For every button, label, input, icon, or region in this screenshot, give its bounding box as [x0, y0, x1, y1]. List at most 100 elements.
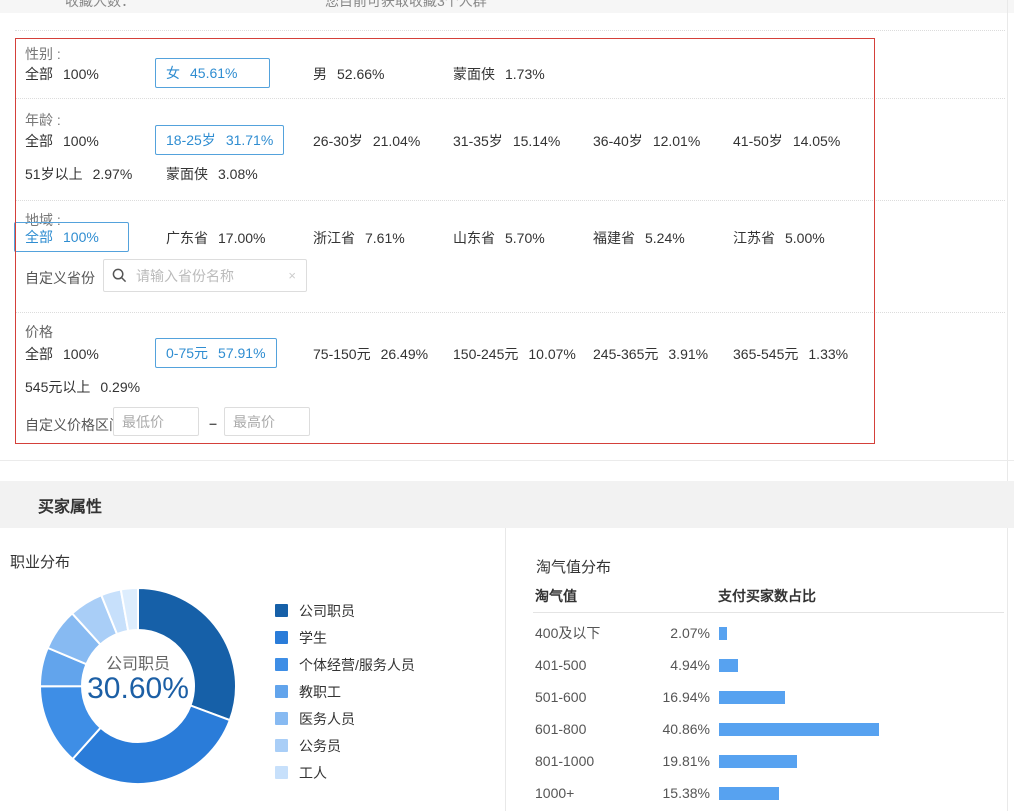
chip-label: 男	[313, 64, 327, 84]
filter-chip-31-35岁[interactable]: 31-35岁15.14%	[453, 131, 560, 151]
chip-percent: 15.14%	[513, 133, 560, 149]
chip-percent: 52.66%	[337, 66, 384, 82]
legend-swatch	[275, 766, 288, 779]
filter-chip-全部[interactable]: 全部100%	[14, 222, 129, 252]
filter-chip-245-365元[interactable]: 245-365元3.91%	[593, 344, 708, 364]
chip-percent: 0.29%	[100, 379, 140, 395]
chip-percent: 100%	[63, 346, 99, 362]
legend-item-公司职员[interactable]: 公司职员	[275, 597, 415, 624]
taoqi-bar	[719, 787, 779, 800]
chip-percent: 57.91%	[218, 345, 265, 361]
chip-percent: 2.97%	[93, 166, 133, 182]
filter-chip-365-545元[interactable]: 365-545元 1.33%	[733, 344, 848, 364]
province-search-input[interactable]	[134, 267, 286, 285]
search-icon	[112, 268, 127, 283]
table-header-underline	[533, 612, 1004, 613]
chip-label: 山东省	[453, 228, 495, 248]
chip-percent: 14.05%	[793, 133, 840, 149]
filter-chip-山东省[interactable]: 山东省5.70%	[453, 228, 545, 248]
taoqi-percent-value: 19.81%	[643, 753, 710, 769]
custom-price-label: 自定义价格区间	[25, 415, 123, 435]
clipped-top-text-row: 收藏人数： 您目前可获取收藏3个人群	[0, 0, 1014, 13]
filter-label-gender: 性别 :	[25, 44, 61, 64]
chip-label: 全部	[25, 64, 53, 84]
chip-label: 0-75元	[166, 343, 208, 363]
taoqi-range-label: 801-1000	[535, 753, 643, 769]
filter-chip-全部[interactable]: 全部 100%	[25, 131, 99, 151]
chip-percent: 1.73%	[505, 66, 545, 82]
clipped-label: 收藏人数：	[65, 0, 135, 11]
legend-label: 公司职员	[299, 601, 355, 621]
legend-swatch	[275, 739, 288, 752]
filter-chip-26-30岁[interactable]: 26-30岁 21.04%	[313, 131, 420, 151]
taoqi-row-501-600: 501-60016.94%	[535, 681, 785, 713]
legend-item-学生[interactable]: 学生	[275, 624, 415, 651]
legend-label: 公务员	[299, 736, 341, 756]
chip-label: 36-40岁	[593, 131, 643, 151]
row-separator	[15, 30, 1005, 31]
filter-chip-男[interactable]: 男 52.66%	[313, 64, 384, 84]
legend-item-医务人员[interactable]: 医务人员	[275, 705, 415, 732]
chip-percent: 100%	[63, 133, 99, 149]
chip-percent: 21.04%	[373, 133, 420, 149]
filter-chip-浙江省[interactable]: 浙江省7.61%	[313, 228, 405, 248]
chip-label: 女	[166, 63, 180, 83]
legend-item-工人[interactable]: 工人	[275, 759, 415, 786]
donut-slice-学生	[73, 706, 230, 785]
filter-chip-全部[interactable]: 全部100%	[25, 344, 99, 364]
filter-chip-51岁以上[interactable]: 51岁以上2.97%	[25, 164, 132, 184]
filter-chip-41-50岁[interactable]: 41-50岁14.05%	[733, 131, 840, 151]
taoqi-row-601-800: 601-80040.86%	[535, 713, 879, 745]
taoqi-percent-value: 16.94%	[643, 689, 710, 705]
chip-label: 18-25岁	[166, 130, 216, 150]
chip-label: 江苏省	[733, 228, 775, 248]
chip-percent: 5.00%	[785, 230, 825, 246]
filter-line: 全部100%广东省17.00%浙江省7.61%山东省5.70%福建省5.24%江…	[25, 228, 825, 261]
chip-label: 全部	[25, 131, 53, 151]
chip-percent: 17.00%	[218, 230, 265, 246]
legend-label: 教职工	[299, 682, 341, 702]
taoqi-bar	[719, 627, 727, 640]
filter-chip-江苏省[interactable]: 江苏省 5.00%	[733, 228, 825, 248]
chart-column-divider	[505, 528, 506, 811]
filter-chip-0-75元[interactable]: 0-75元 57.91%	[155, 338, 277, 368]
legend-item-个体经营/服务人员[interactable]: 个体经营/服务人员	[275, 651, 415, 678]
taoqi-range-label: 1000+	[535, 785, 643, 801]
filter-chip-全部[interactable]: 全部 100%	[25, 64, 99, 84]
legend-label: 医务人员	[299, 709, 355, 729]
legend-swatch	[275, 685, 288, 698]
occupation-chart-title: 职业分布	[10, 551, 70, 572]
filter-chip-蒙面侠[interactable]: 蒙面侠3.08%	[166, 164, 258, 184]
clear-icon[interactable]: ×	[286, 268, 298, 283]
filter-chip-545元以上[interactable]: 545元以上 0.29%	[25, 377, 140, 397]
filter-chip-75-150元[interactable]: 75-150元26.49%	[313, 344, 428, 364]
legend-item-公务员[interactable]: 公务员	[275, 732, 415, 759]
filter-chip-女[interactable]: 女45.61%	[155, 58, 270, 88]
filter-chip-广东省[interactable]: 广东省17.00%	[166, 228, 265, 248]
chip-label: 545元以上	[25, 377, 90, 397]
chip-label: 福建省	[593, 228, 635, 248]
min-price-input[interactable]	[113, 407, 199, 436]
chip-label: 26-30岁	[313, 131, 363, 151]
filter-chip-36-40岁[interactable]: 36-40岁12.01%	[593, 131, 700, 151]
filter-chip-蒙面侠[interactable]: 蒙面侠1.73%	[453, 64, 545, 84]
filter-chip-150-245元[interactable]: 150-245元10.07%	[453, 344, 576, 364]
legend-item-教职工[interactable]: 教职工	[275, 678, 415, 705]
legend-swatch	[275, 604, 288, 617]
legend-label: 个体经营/服务人员	[299, 655, 415, 675]
province-search-box[interactable]: ×	[103, 259, 307, 292]
filter-chip-18-25岁[interactable]: 18-25岁31.71%	[155, 125, 284, 155]
chip-percent: 100%	[63, 66, 99, 82]
max-price-input[interactable]	[224, 407, 310, 436]
taoqi-row-401-500: 401-5004.94%	[535, 649, 738, 681]
chip-label: 365-545元	[733, 344, 798, 364]
filter-chip-福建省[interactable]: 福建省5.24%	[593, 228, 685, 248]
taoqi-range-label: 400及以下	[535, 623, 643, 643]
chip-percent: 1.33%	[808, 346, 848, 362]
filter-row-gender: 全部100%女45.61%男52.66%蒙面侠1.73%	[25, 64, 733, 97]
taoqi-percent-value: 2.07%	[643, 625, 710, 641]
clipped-description: 您目前可获取收藏3个人群	[325, 0, 487, 11]
legend-swatch	[275, 658, 288, 671]
filter-row-age: 全部100%18-25岁31.71%26-30岁21.04%31-35岁15.1…	[25, 131, 840, 197]
taoqi-bar	[719, 691, 785, 704]
